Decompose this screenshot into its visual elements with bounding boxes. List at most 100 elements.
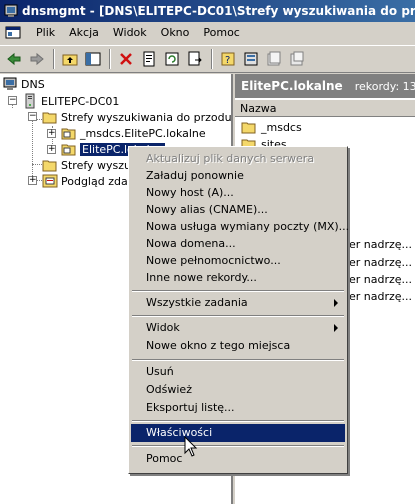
forward-arrow-icon [30, 52, 44, 66]
tree-node-server[interactable]: ELITEPC-DC01 [22, 93, 119, 109]
menu-window[interactable]: Okno [154, 23, 197, 43]
menu-item-reload[interactable]: Załaduj ponownie [131, 167, 345, 185]
tree-line [32, 120, 33, 180]
menu-bar: Plik Akcja Widok Okno Pomoc [0, 22, 415, 44]
title-bar[interactable]: dnsmgmt - [DNS\ELITEPC-DC01\Strefy wyszu… [0, 0, 415, 22]
menu-item-new-alias[interactable]: Nowy alias (CNAME)... [131, 201, 345, 219]
folder-icon [42, 160, 57, 172]
server-tower-icon [25, 93, 35, 109]
zones-icon [290, 51, 304, 66]
dns-computer-icon [3, 77, 17, 90]
window-title: dnsmgmt - [DNS\ELITEPC-DC01\Strefy wyszu… [22, 4, 415, 18]
records-icon [267, 51, 281, 66]
folder-icon [241, 122, 256, 134]
tree-label: ELITEPC-DC01 [41, 94, 120, 108]
menu-item-new-domain[interactable]: Nowa domena... [131, 235, 345, 253]
expand-toggle[interactable]: + [47, 145, 56, 154]
delete-button[interactable] [115, 48, 137, 70]
menu-item-new-mx[interactable]: Nowa usługa wymiany poczty (MX)... [131, 218, 349, 236]
export-list-icon [188, 51, 202, 66]
record-data-cell: der nadrzę... [342, 256, 413, 269]
zone-folder-icon [61, 144, 76, 156]
refresh-icon [165, 52, 179, 66]
help-book-icon: ? [221, 52, 235, 66]
menu-item-other-records[interactable]: Inne nowe rekordy... [131, 269, 345, 287]
context-menu: Aktualizuj plik danych serwera Załaduj p… [128, 146, 349, 474]
zone-folder-icon [61, 128, 76, 140]
details-header: ElitePC.lokalne rekordy: 13 [235, 74, 415, 98]
list-item[interactable]: _msdcs [241, 119, 302, 135]
menu-item-view[interactable]: Widok [131, 319, 345, 337]
tree-label: Strefy wyszukiwania do przodu [61, 110, 232, 124]
record-count: rekordy: 13 [354, 79, 415, 93]
menu-item-delete[interactable]: Usuń [131, 363, 345, 381]
back-button[interactable] [3, 48, 25, 70]
details-zone-title: ElitePC.lokalne [241, 79, 343, 93]
collapse-toggle[interactable]: − [28, 112, 37, 121]
tree-node-event-viewer[interactable]: Podgląd zdarz [42, 173, 138, 189]
menu-item-new-host[interactable]: Nowy host (A)... [131, 184, 345, 202]
up-one-level-button[interactable] [59, 48, 81, 70]
record-data-cell: der nadrzę... [342, 290, 413, 303]
menu-separator [132, 315, 344, 317]
submenu-arrow-icon [334, 324, 338, 332]
folder-open-icon [42, 112, 57, 124]
menu-separator [132, 420, 344, 422]
delete-x-icon [120, 53, 132, 65]
record-data-cell: der nadrzę... [342, 238, 413, 251]
help-button[interactable]: ? [217, 48, 239, 70]
toolbar-separator [109, 49, 111, 69]
toolbar-separator [53, 49, 55, 69]
records-button[interactable] [263, 48, 285, 70]
menu-file[interactable]: Plik [29, 23, 62, 43]
submenu-arrow-icon [334, 299, 338, 307]
forward-button[interactable] [26, 48, 48, 70]
tree-label: Strefy wyszuk [61, 158, 138, 172]
menu-view[interactable]: Widok [106, 23, 154, 43]
svg-text:?: ? [225, 55, 230, 66]
menu-item-all-tasks[interactable]: Wszystkie zadania [131, 294, 345, 312]
toolbar: ? [0, 45, 415, 73]
expand-toggle[interactable]: + [47, 129, 56, 138]
tree-node-msdcs-zone[interactable]: _msdcs.ElitePC.lokalne [61, 125, 206, 141]
tree-node-reverse-zones[interactable]: Strefy wyszuk [42, 157, 137, 173]
tree-label: Podgląd zdarz [61, 174, 139, 188]
console-window-icon[interactable] [5, 25, 21, 41]
toolbar-separator [211, 49, 213, 69]
menu-separator [132, 359, 344, 361]
menu-item-new-delegation[interactable]: Nowe pełnomocnictwo... [131, 252, 345, 270]
tree-label: _msdcs.ElitePC.lokalne [80, 126, 206, 140]
expand-toggle[interactable]: + [28, 176, 37, 185]
mouse-pointer-icon [184, 436, 198, 457]
back-arrow-icon [7, 52, 21, 66]
server-icon [244, 52, 258, 66]
menu-item-properties[interactable]: Właściwości [131, 424, 345, 442]
menu-help[interactable]: Pomoc [196, 23, 246, 43]
console-tree-icon [85, 52, 101, 66]
tree-node-forward-zones[interactable]: Strefy wyszukiwania do przodu [42, 109, 232, 125]
dns-app-icon [4, 4, 18, 17]
show-hide-tree-button[interactable] [82, 48, 104, 70]
record-data-cell: der nadrzę... [342, 273, 413, 286]
tree-line [32, 164, 42, 165]
menu-action[interactable]: Akcja [62, 23, 106, 43]
menu-item-export-list[interactable]: Eksportuj listę... [131, 399, 345, 417]
zones-button[interactable] [286, 48, 308, 70]
menu-separator [132, 290, 344, 292]
tree-label: DNS [21, 77, 45, 91]
column-header-name[interactable]: Nazwa [235, 99, 415, 117]
properties-icon [143, 51, 155, 67]
tree-node-dns[interactable]: DNS [2, 76, 45, 92]
event-viewer-icon [42, 174, 58, 188]
menu-separator [132, 445, 344, 447]
properties-button[interactable] [138, 48, 160, 70]
folder-up-icon [62, 54, 78, 66]
menu-item-new-window[interactable]: Nowe okno z tego miejsca [131, 337, 345, 355]
server-button[interactable] [240, 48, 262, 70]
menu-item-refresh[interactable]: Odśwież [131, 381, 345, 399]
menu-item-help[interactable]: Pomoc [131, 450, 345, 468]
export-list-button[interactable] [184, 48, 206, 70]
refresh-button[interactable] [161, 48, 183, 70]
collapse-toggle[interactable]: − [8, 96, 17, 105]
menu-item-update-server-data[interactable]: Aktualizuj plik danych serwera [131, 150, 345, 168]
